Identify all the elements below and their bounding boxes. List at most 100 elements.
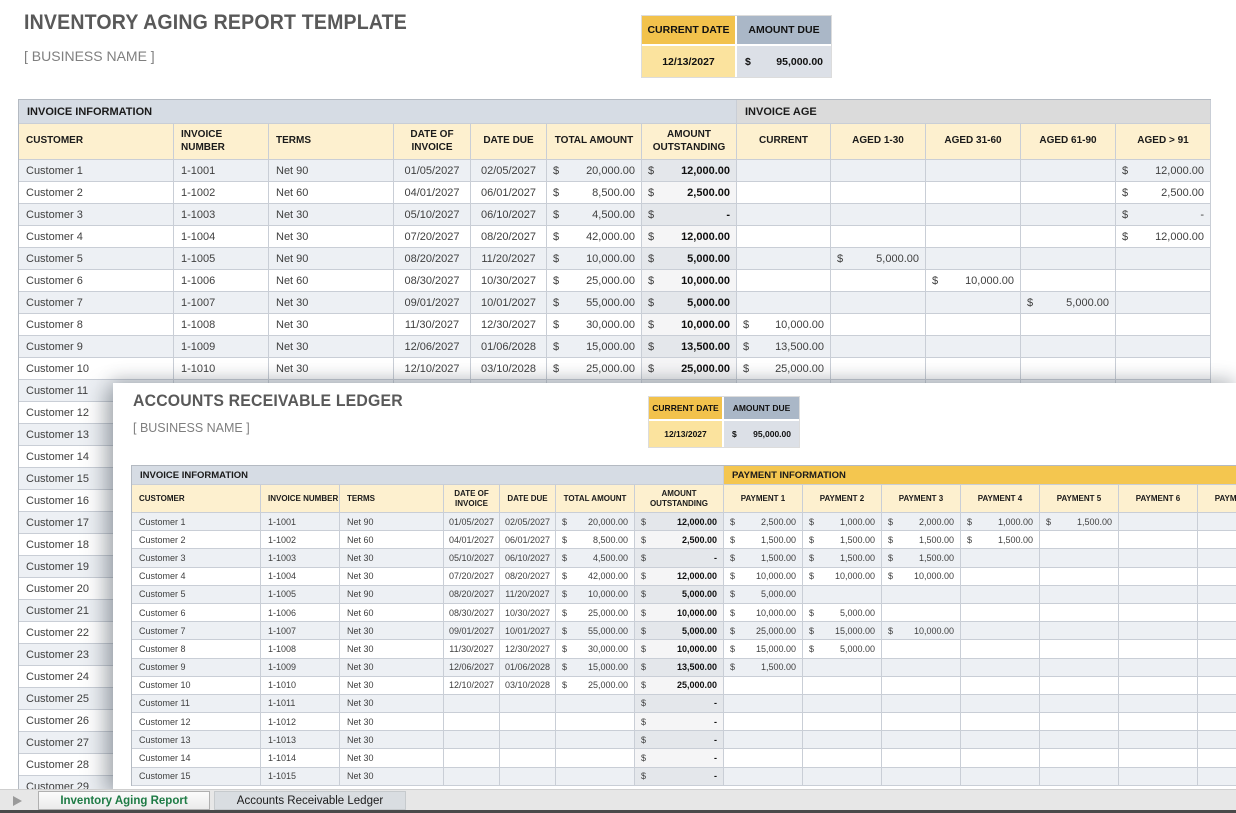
invoice-number-cell[interactable]: 1-1005 xyxy=(261,586,340,604)
column-header-aged-61-90[interactable]: AGED 61-90 xyxy=(1021,124,1116,160)
age-over-91-cell[interactable] xyxy=(1116,292,1211,314)
payment-6-cell[interactable] xyxy=(1119,604,1198,622)
payment-1-cell[interactable] xyxy=(724,695,803,713)
date-due-cell[interactable]: 02/05/2027 xyxy=(500,513,556,531)
invoice-age-group-header[interactable]: INVOICE AGE xyxy=(737,100,1211,124)
column-header-date-of-invoice[interactable]: DATE OF INVOICE xyxy=(444,485,500,513)
invoice-number-cell[interactable]: 1-1002 xyxy=(174,182,269,204)
age-61-90-cell[interactable]: $5,000.00 xyxy=(1021,292,1116,314)
column-header-customer[interactable]: CUSTOMER xyxy=(19,124,174,160)
amount-outstanding-cell[interactable]: $10,000.00 xyxy=(635,640,724,658)
column-header-amount-outstanding[interactable]: AMOUNT OUTSTANDING xyxy=(642,124,737,160)
date-of-invoice-cell[interactable]: 11/30/2027 xyxy=(444,640,500,658)
customer-cell[interactable]: Customer 8 xyxy=(19,314,174,336)
age-1-30-cell[interactable] xyxy=(831,292,926,314)
payment-3-cell[interactable] xyxy=(882,677,961,695)
current-date-value[interactable]: 12/13/2027 xyxy=(642,46,735,77)
terms-cell[interactable]: Net 30 xyxy=(340,731,444,749)
date-of-invoice-cell[interactable]: 08/20/2027 xyxy=(444,586,500,604)
terms-cell[interactable]: Net 90 xyxy=(269,160,394,182)
payment-5-cell[interactable] xyxy=(1040,677,1119,695)
payment-4-cell[interactable] xyxy=(961,659,1040,677)
date-due-cell[interactable]: 08/20/2027 xyxy=(471,226,547,248)
total-amount-cell[interactable]: $30,000.00 xyxy=(547,314,642,336)
payment-6-cell[interactable] xyxy=(1119,768,1198,786)
terms-cell[interactable]: Net 30 xyxy=(269,358,394,380)
payment-4-cell[interactable] xyxy=(961,622,1040,640)
age-current-cell[interactable]: $10,000.00 xyxy=(737,314,831,336)
date-of-invoice-cell[interactable]: 11/30/2027 xyxy=(394,314,471,336)
customer-cell[interactable]: Customer 7 xyxy=(19,292,174,314)
age-over-91-cell[interactable]: $12,000.00 xyxy=(1116,226,1211,248)
terms-cell[interactable]: Net 30 xyxy=(340,622,444,640)
date-of-invoice-cell[interactable]: 01/05/2027 xyxy=(394,160,471,182)
age-31-60-cell[interactable] xyxy=(926,358,1021,380)
invoice-number-cell[interactable]: 1-1006 xyxy=(261,604,340,622)
total-amount-cell[interactable] xyxy=(556,713,635,731)
age-current-cell[interactable] xyxy=(737,292,831,314)
payment-7-cell[interactable] xyxy=(1198,695,1236,713)
column-header-payment-3[interactable]: PAYMENT 3 xyxy=(882,485,961,513)
age-31-60-cell[interactable] xyxy=(926,204,1021,226)
payment-5-cell[interactable] xyxy=(1040,768,1119,786)
amount-outstanding-cell[interactable]: $10,000.00 xyxy=(642,314,737,336)
amount-outstanding-cell[interactable]: $12,000.00 xyxy=(642,160,737,182)
total-amount-cell[interactable]: $30,000.00 xyxy=(556,640,635,658)
customer-cell[interactable]: Customer 9 xyxy=(19,336,174,358)
date-of-invoice-cell[interactable]: 09/01/2027 xyxy=(394,292,471,314)
column-header-total-amount[interactable]: TOTAL AMOUNT xyxy=(556,485,635,513)
amount-outstanding-cell[interactable]: $12,000.00 xyxy=(635,513,724,531)
terms-cell[interactable]: Net 30 xyxy=(340,549,444,567)
payment-1-cell[interactable]: $25,000.00 xyxy=(724,622,803,640)
total-amount-cell[interactable]: $15,000.00 xyxy=(547,336,642,358)
payment-6-cell[interactable] xyxy=(1119,695,1198,713)
invoice-number-cell[interactable]: 1-1001 xyxy=(174,160,269,182)
age-1-30-cell[interactable] xyxy=(831,270,926,292)
payment-7-cell[interactable] xyxy=(1198,549,1236,567)
date-of-invoice-cell[interactable] xyxy=(444,731,500,749)
age-61-90-cell[interactable] xyxy=(1021,358,1116,380)
payment-7-cell[interactable] xyxy=(1198,640,1236,658)
date-due-cell[interactable]: 06/10/2027 xyxy=(471,204,547,226)
date-due-cell[interactable]: 01/06/2028 xyxy=(500,659,556,677)
terms-cell[interactable]: Net 90 xyxy=(269,248,394,270)
customer-cell[interactable]: Customer 13 xyxy=(132,731,261,749)
customer-cell[interactable]: Customer 15 xyxy=(132,768,261,786)
invoice-number-cell[interactable]: 1-1009 xyxy=(174,336,269,358)
payment-2-cell[interactable] xyxy=(803,731,882,749)
date-of-invoice-cell[interactable]: 07/20/2027 xyxy=(444,568,500,586)
customer-cell[interactable]: Customer 6 xyxy=(132,604,261,622)
terms-cell[interactable]: Net 60 xyxy=(340,531,444,549)
total-amount-cell[interactable]: $8,500.00 xyxy=(547,182,642,204)
payment-7-cell[interactable] xyxy=(1198,586,1236,604)
total-amount-cell[interactable] xyxy=(556,731,635,749)
date-of-invoice-cell[interactable]: 12/10/2027 xyxy=(444,677,500,695)
payment-7-cell[interactable] xyxy=(1198,731,1236,749)
amount-due-value[interactable]: $ 95,000.00 xyxy=(724,421,799,447)
total-amount-cell[interactable]: $42,000.00 xyxy=(556,568,635,586)
age-current-cell[interactable]: $13,500.00 xyxy=(737,336,831,358)
date-of-invoice-cell[interactable]: 07/20/2027 xyxy=(394,226,471,248)
customer-cell[interactable]: Customer 3 xyxy=(132,549,261,567)
payment-5-cell[interactable] xyxy=(1040,731,1119,749)
customer-cell[interactable]: Customer 12 xyxy=(132,713,261,731)
payment-1-cell[interactable] xyxy=(724,749,803,767)
payment-3-cell[interactable]: $10,000.00 xyxy=(882,568,961,586)
current-date-value[interactable]: 12/13/2027 xyxy=(649,421,722,447)
payment-7-cell[interactable] xyxy=(1198,768,1236,786)
payment-3-cell[interactable]: $1,500.00 xyxy=(882,549,961,567)
tab-inventory-aging-report[interactable]: Inventory Aging Report xyxy=(38,791,210,810)
date-of-invoice-cell[interactable] xyxy=(444,713,500,731)
payment-3-cell[interactable]: $10,000.00 xyxy=(882,622,961,640)
date-of-invoice-cell[interactable]: 08/20/2027 xyxy=(394,248,471,270)
amount-outstanding-cell[interactable]: $- xyxy=(635,549,724,567)
total-amount-cell[interactable]: $25,000.00 xyxy=(556,604,635,622)
terms-cell[interactable]: Net 90 xyxy=(340,586,444,604)
payment-2-cell[interactable]: $10,000.00 xyxy=(803,568,882,586)
payment-3-cell[interactable]: $1,500.00 xyxy=(882,531,961,549)
column-header-payment-6[interactable]: PAYMENT 6 xyxy=(1119,485,1198,513)
total-amount-cell[interactable]: $25,000.00 xyxy=(547,270,642,292)
amount-outstanding-cell[interactable]: $2,500.00 xyxy=(635,531,724,549)
payment-1-cell[interactable]: $1,500.00 xyxy=(724,659,803,677)
date-of-invoice-cell[interactable] xyxy=(444,768,500,786)
